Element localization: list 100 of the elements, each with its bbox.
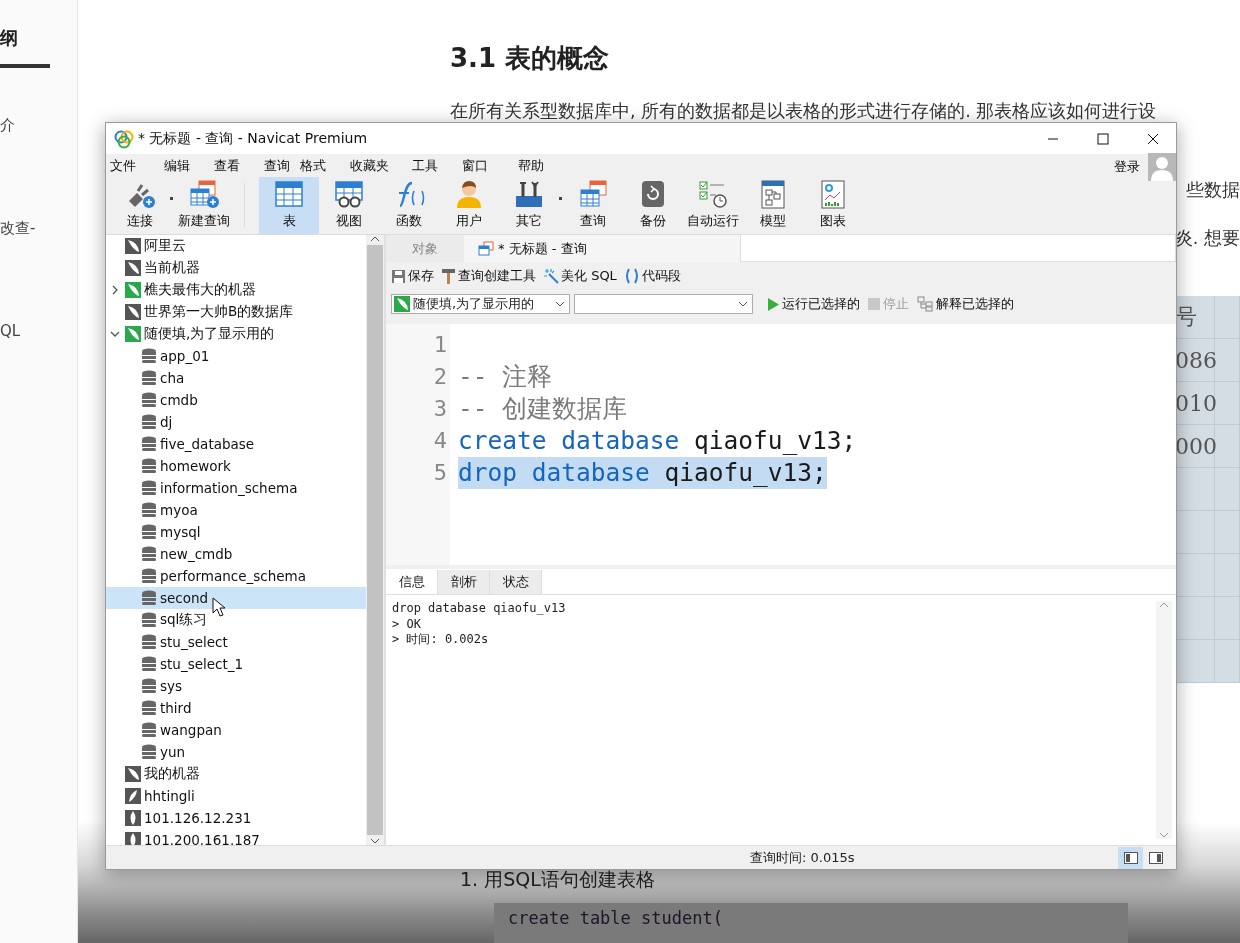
avatar-icon[interactable] <box>1148 153 1176 181</box>
outline-item[interactable]: 改查- <box>0 219 77 238</box>
connection-icon <box>394 296 410 312</box>
tree-item[interactable]: 当前机器 <box>106 257 366 279</box>
tree-item[interactable]: performance_schema <box>106 565 366 587</box>
menu-item[interactable]: 查询 <box>262 156 298 175</box>
tree-item[interactable]: stu_select_1 <box>106 653 366 675</box>
window-title: * 无标题 - 查询 - Navicat Premium <box>138 129 368 148</box>
action-button[interactable]: 运行已选择的 <box>765 295 862 313</box>
toolbar-button[interactable]: 连接 <box>110 177 170 234</box>
database-icon <box>141 568 157 584</box>
tree-item[interactable]: 101.126.12.231 <box>106 807 366 829</box>
toolbar-button[interactable]: 图表 <box>803 177 863 234</box>
action-button[interactable]: 解释已选择的 <box>915 295 1016 313</box>
menu-item[interactable]: 编辑 <box>162 156 212 175</box>
database-icon <box>141 678 157 694</box>
menu-item[interactable]: 查看 <box>212 156 262 175</box>
tab[interactable]: * 无标题 - 查询 <box>464 235 740 262</box>
outline-item[interactable]: 介 <box>0 116 77 135</box>
database-icon <box>141 524 157 540</box>
tree-item[interactable]: 随便填,为了显示用的 <box>106 323 366 345</box>
leaf-icon <box>125 810 141 826</box>
tree-item[interactable]: cha <box>106 367 366 389</box>
chevron-down-icon <box>555 300 565 308</box>
toolbar-button[interactable]: 表 <box>259 177 319 234</box>
connection-select[interactable]: 随便填,为了显示用的 <box>391 294 570 314</box>
tree-item[interactable]: five_database <box>106 433 366 455</box>
line-number: 1 <box>433 331 448 359</box>
toolbar-button[interactable]: 备份 <box>623 177 683 234</box>
tree-item[interactable]: 阿里云 <box>106 235 366 257</box>
tree-item[interactable]: stu_select <box>106 631 366 653</box>
checklist-clock-icon <box>696 179 730 209</box>
paragraph: 炎. 想要 <box>1174 227 1240 250</box>
toolbar-button[interactable]: 自动运行 <box>683 177 743 234</box>
chevron-down-icon[interactable] <box>110 329 120 339</box>
database-select[interactable] <box>574 294 753 314</box>
tab[interactable]: 状态 <box>490 570 542 594</box>
tree-item[interactable]: yun <box>106 741 366 763</box>
line-number: 4 <box>433 427 448 455</box>
scrollbar[interactable] <box>366 235 384 845</box>
tree-item[interactable]: mysql <box>106 521 366 543</box>
magic-wand-icon <box>543 268 559 284</box>
database-icon <box>141 458 157 474</box>
menu-item[interactable]: 收藏夹 <box>348 156 410 175</box>
hammer-icon <box>441 268 456 284</box>
toolbar-button[interactable]: 其它 <box>499 177 559 234</box>
tree-item[interactable]: app_01 <box>106 345 366 367</box>
tree-item[interactable]: 101.200.161.187 <box>106 829 366 845</box>
tree-item[interactable]: 我的机器 <box>106 763 366 785</box>
table-cell <box>1215 296 1240 339</box>
chevron-down-icon <box>738 300 748 308</box>
tree-item[interactable]: wangpan <box>106 719 366 741</box>
tree-item[interactable]: new_cmdb <box>106 543 366 565</box>
tree-item[interactable]: dj <box>106 411 366 433</box>
menu-item[interactable]: 文件 <box>108 156 162 175</box>
chevron-right-icon[interactable] <box>110 285 120 295</box>
database-icon <box>141 700 157 716</box>
toolbar-button[interactable]: 代码段 <box>621 267 683 285</box>
tree-item[interactable]: cmdb <box>106 389 366 411</box>
toolbar-button[interactable]: 新建查询 <box>174 177 234 234</box>
menu-item[interactable]: 格式 <box>298 156 348 175</box>
login-link[interactable]: 登录 <box>1114 158 1140 176</box>
tree-item[interactable]: second <box>106 587 366 609</box>
tree-item[interactable]: 世界第一大帅B的数据库 <box>106 301 366 323</box>
menu-item[interactable]: 工具 <box>410 156 460 175</box>
pane-layout-icon <box>1123 851 1138 864</box>
mouse-pointer-icon <box>212 597 226 617</box>
toolbar-button[interactable]: 美化 SQL <box>541 267 619 285</box>
tree-item[interactable]: sql练习 <box>106 609 366 631</box>
database-icon <box>141 480 157 496</box>
chevron-up-icon[interactable] <box>370 235 380 243</box>
toolbar-button[interactable]: 模型 <box>743 177 803 234</box>
menu-item[interactable]: 帮助 <box>516 156 566 175</box>
toolbar-button[interactable]: 函数 <box>379 177 439 234</box>
tree-item[interactable]: 樵夫最伟大的机器 <box>106 279 366 301</box>
toolbar-button[interactable]: 视图 <box>319 177 379 234</box>
chevron-down-icon[interactable] <box>370 837 380 845</box>
database-icon <box>141 348 157 364</box>
output-line: > OK <box>392 616 422 632</box>
toolbar-button[interactable]: 查询创建工具 <box>439 267 538 285</box>
output-line: drop database qiaofu_v13 <box>392 601 567 617</box>
menu-item[interactable]: 窗口 <box>460 156 516 175</box>
outline-item[interactable]: QL <box>0 322 77 340</box>
view-icon <box>332 179 366 209</box>
play-icon <box>767 297 779 311</box>
tab[interactable]: 剖析 <box>438 570 490 594</box>
toolbar-button[interactable]: 用户 <box>439 177 499 234</box>
tree-item[interactable]: homework <box>106 455 366 477</box>
database-icon <box>141 414 157 430</box>
toolbar-button[interactable]: 保存 <box>389 267 436 285</box>
tree-item[interactable]: myoa <box>106 499 366 521</box>
sql-editor[interactable]: 1 2 3 4 5 -- 注释 -- 创建数据库 create database qiaofu_v13; drop database qiaofu_v13; <box>386 324 1176 565</box>
list-item: 1. 用SQL语句创建表格 <box>460 867 656 892</box>
tree-item[interactable]: sys <box>106 675 366 697</box>
pane-toggle-button[interactable] <box>1118 846 1143 869</box>
tree-item[interactable]: hhtingli <box>106 785 366 807</box>
toolbar-button[interactable]: 查询 <box>563 177 623 234</box>
code-block: create table student( <box>494 903 1128 943</box>
tree-item[interactable]: third <box>106 697 366 719</box>
tree-item[interactable]: information_schema <box>106 477 366 499</box>
